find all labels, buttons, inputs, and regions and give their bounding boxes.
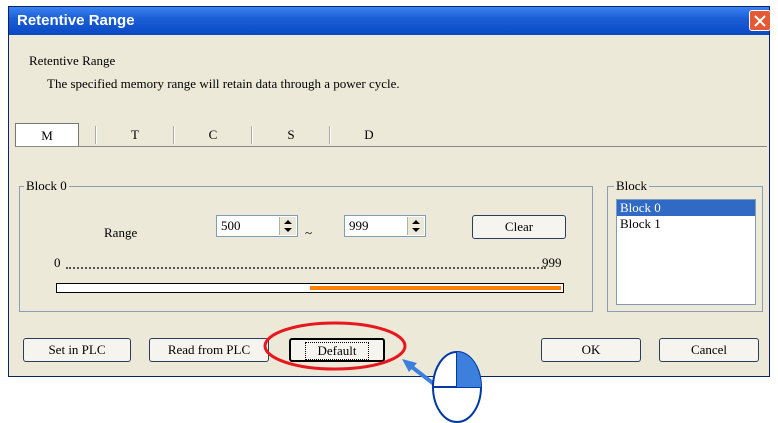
annotation-overlay — [263, 321, 482, 423]
mouse-click-icon — [432, 351, 482, 423]
highlight-ellipse — [263, 321, 407, 371]
